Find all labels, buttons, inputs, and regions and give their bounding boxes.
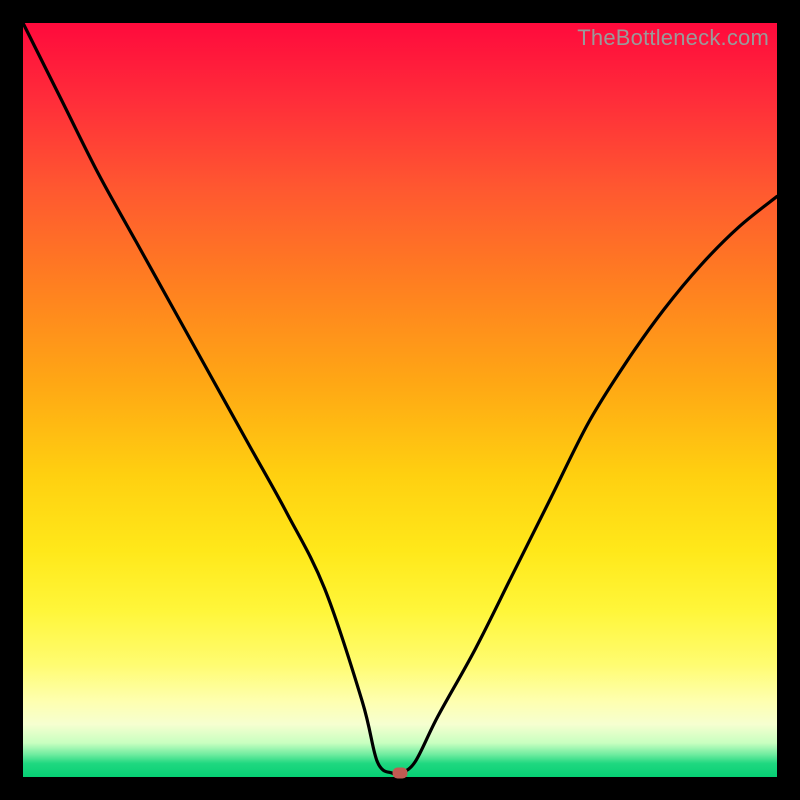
chart-frame: TheBottleneck.com	[0, 0, 800, 800]
bottleneck-curve	[23, 23, 777, 777]
optimal-point-marker	[393, 768, 408, 779]
watermark-text: TheBottleneck.com	[577, 25, 769, 51]
plot-area: TheBottleneck.com	[23, 23, 777, 777]
